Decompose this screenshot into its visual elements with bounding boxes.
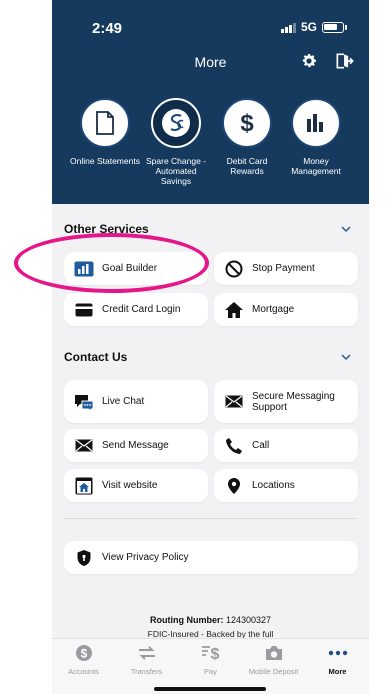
quick-action-debit-card-rewards[interactable]: $ Debit Card Rewards xyxy=(212,98,282,176)
visit-website-button[interactable]: Visit website xyxy=(64,469,208,502)
card-label: Goal Builder xyxy=(102,263,158,274)
fdic-notice: FDIC-Insured - Backed by the full xyxy=(147,629,274,638)
card-label: View Privacy Policy xyxy=(102,552,189,563)
tab-accounts[interactable]: $ Accounts xyxy=(52,643,115,676)
phone-icon xyxy=(224,436,244,456)
routing-value: 124300327 xyxy=(225,615,272,625)
status-indicators: 5G xyxy=(280,20,347,34)
send-message-button[interactable]: Send Message xyxy=(64,429,208,462)
tab-label: Transfers xyxy=(130,667,163,676)
section-divider xyxy=(64,518,357,519)
shield-icon xyxy=(74,548,94,568)
card-label: Mortgage xyxy=(252,304,295,315)
section-title-other-services: Other Services xyxy=(64,222,149,236)
network-type: 5G xyxy=(300,20,317,34)
routing-label: Routing Number: xyxy=(149,615,224,625)
tab-pay[interactable]: $ Pay xyxy=(179,643,242,676)
chevron-down-icon[interactable] xyxy=(341,226,351,233)
quick-action-label: Money Management xyxy=(291,156,341,176)
home-indicator xyxy=(154,687,266,691)
envelope-icon xyxy=(74,436,94,456)
quick-action-circle xyxy=(291,98,341,148)
bar-chart-icon xyxy=(307,114,323,132)
credit-card-login-button[interactable]: Credit Card Login xyxy=(64,293,208,326)
call-button[interactable]: Call xyxy=(214,429,358,462)
dollar-icon: $ xyxy=(240,110,254,136)
gear-icon[interactable] xyxy=(300,52,318,70)
prohibited-icon xyxy=(224,259,244,279)
routing-number: Routing Number: 124300327 xyxy=(52,615,369,625)
location-pin-icon xyxy=(224,476,244,496)
tab-label: Pay xyxy=(204,667,217,676)
quick-action-circle xyxy=(80,98,130,148)
goal-builder-button[interactable]: Goal Builder xyxy=(64,252,208,285)
spare-change-logo-icon xyxy=(162,109,190,137)
chevron-down-icon[interactable] xyxy=(341,354,351,361)
quick-action-online-statements[interactable]: Online Statements xyxy=(70,98,140,166)
transfer-arrows-icon xyxy=(137,643,157,663)
card-label: Call xyxy=(252,440,270,451)
battery-icon xyxy=(322,21,344,33)
quick-action-label: Spare Change - Automated Savings xyxy=(145,156,206,186)
secure-messaging-support-button[interactable]: Secure Messaging Support xyxy=(214,380,358,423)
live-chat-button[interactable]: Live Chat xyxy=(64,380,208,423)
svg-text:$: $ xyxy=(80,647,87,661)
mortgage-button[interactable]: Mortgage xyxy=(214,293,358,326)
house-icon xyxy=(224,300,244,320)
card-label: Visit website xyxy=(102,480,158,491)
section-title-contact-us: Contact Us xyxy=(64,350,128,364)
card-label: Send Message xyxy=(102,440,169,451)
quick-action-money-management[interactable]: Money Management xyxy=(281,98,351,176)
goal-chart-icon xyxy=(74,259,94,279)
quick-action-circle xyxy=(151,98,201,148)
website-home-icon xyxy=(74,476,94,496)
logout-icon[interactable] xyxy=(334,51,354,71)
card-label: Locations xyxy=(252,480,295,491)
status-time: 2:49 xyxy=(92,20,123,37)
card-label: Live Chat xyxy=(102,396,145,407)
tab-mobile-deposit[interactable]: Mobile Deposit xyxy=(242,643,305,676)
signal-icon xyxy=(280,22,296,33)
content-area[interactable]: Other Services Goal Builder Stop Payment… xyxy=(52,204,369,638)
svg-text:$: $ xyxy=(240,110,254,136)
quick-action-spare-change[interactable]: Spare Change - Automated Savings xyxy=(141,98,211,186)
tab-label: Mobile Deposit xyxy=(248,667,299,676)
quick-action-circle: $ xyxy=(222,98,272,148)
status-bar: 2:49 5G xyxy=(52,0,369,44)
pay-icon: $ xyxy=(201,643,221,663)
document-icon xyxy=(96,111,114,135)
tab-more[interactable]: More xyxy=(306,643,369,676)
battery-tip xyxy=(345,24,347,30)
quick-action-label: Debit Card Rewards xyxy=(226,156,268,176)
dollar-coin-icon: $ xyxy=(74,643,94,663)
view-privacy-policy-button[interactable]: View Privacy Policy xyxy=(64,541,358,574)
chat-icon xyxy=(74,392,94,412)
quick-action-label: Online Statements xyxy=(70,156,140,166)
tab-transfers[interactable]: Transfers xyxy=(115,643,178,676)
card-label: Secure Messaging Support xyxy=(252,390,335,413)
tab-label: More xyxy=(328,667,347,676)
svg-text:$: $ xyxy=(210,646,219,662)
credit-card-icon xyxy=(74,300,94,320)
tab-bar: $ Accounts Transfers $ Pay Mobile Deposi… xyxy=(52,638,369,694)
phone-screen: 2:49 5G More Online Statements Spare Cha… xyxy=(52,0,369,694)
stop-payment-button[interactable]: Stop Payment xyxy=(214,252,358,285)
camera-icon xyxy=(264,643,284,663)
page-title: More xyxy=(194,54,227,70)
tab-label: Accounts xyxy=(68,667,99,676)
envelope-icon xyxy=(224,392,244,412)
card-label: Credit Card Login xyxy=(102,304,181,315)
card-label: Stop Payment xyxy=(252,263,315,274)
locations-button[interactable]: Locations xyxy=(214,469,358,502)
header: 2:49 5G More Online Statements Spare Cha… xyxy=(52,0,369,204)
more-dots-icon xyxy=(328,643,348,663)
